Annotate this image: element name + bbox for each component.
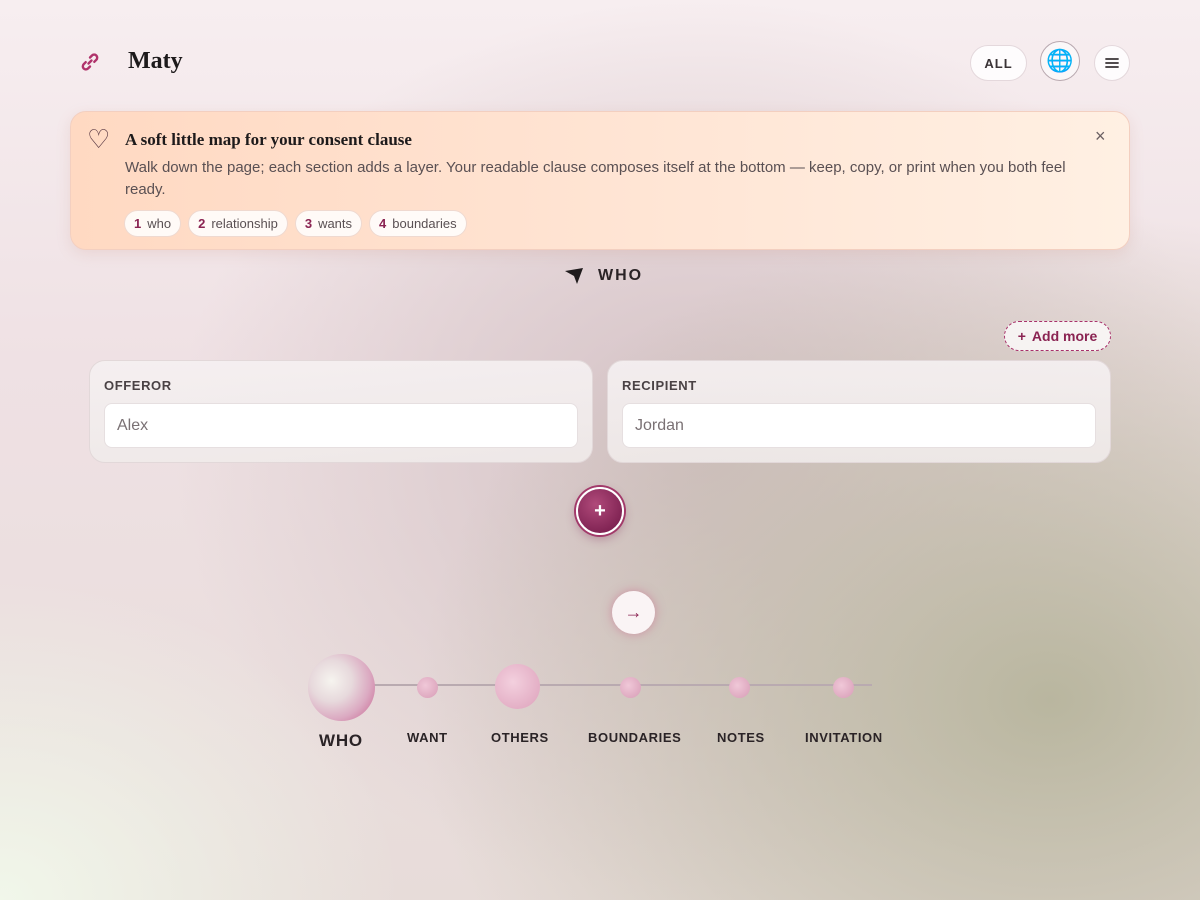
timeline-orb-want[interactable] bbox=[417, 677, 438, 698]
link-icon bbox=[74, 46, 106, 78]
section-title: WHO bbox=[598, 267, 644, 284]
link-icon-glyph bbox=[81, 53, 99, 71]
menu-icon[interactable] bbox=[1094, 45, 1130, 81]
intro-notice: ♡ A soft little map for your consent cla… bbox=[70, 111, 1130, 250]
step-chip-who[interactable]: 1 who bbox=[124, 210, 182, 237]
timeline-label-who[interactable]: WHO bbox=[319, 731, 363, 751]
globe-icon[interactable]: 🌐 bbox=[1040, 41, 1080, 81]
recipient-label: RECIPIENT bbox=[622, 378, 697, 393]
timeline-orb-who[interactable] bbox=[308, 654, 375, 721]
step-chip-relationship[interactable]: 2 relationship bbox=[188, 210, 288, 237]
section-heading: WHO bbox=[564, 266, 643, 286]
step-chip-number: 3 bbox=[304, 216, 313, 231]
step-chips: 1 who 2 relationship 3 wants 4 boundarie… bbox=[124, 210, 467, 237]
step-chip-number: 4 bbox=[379, 216, 387, 231]
offeror-card: OFFEROR bbox=[89, 360, 593, 463]
timeline-label-others[interactable]: OTHERS bbox=[491, 730, 549, 745]
timeline-label-want[interactable]: WANT bbox=[407, 730, 448, 745]
offeror-label: OFFEROR bbox=[104, 378, 172, 393]
timeline-orb-others[interactable] bbox=[495, 664, 540, 709]
step-chip-label: relationship bbox=[211, 216, 278, 231]
timeline-orb-notes[interactable] bbox=[729, 677, 750, 698]
timeline-orb-boundaries[interactable] bbox=[620, 677, 641, 698]
add-more-label: Add more bbox=[1031, 328, 1098, 344]
add-party-button[interactable]: + bbox=[576, 487, 624, 535]
step-chip-number: 1 bbox=[134, 216, 142, 231]
close-icon[interactable]: × bbox=[1095, 126, 1106, 147]
notice-body: Walk down the page; each section adds a … bbox=[125, 159, 1066, 198]
pointer-icon bbox=[565, 268, 583, 284]
step-chip-wants[interactable]: 3 wants bbox=[294, 210, 363, 237]
next-arrow-button[interactable]: → bbox=[612, 591, 655, 634]
notice-title: A soft little map for your consent claus… bbox=[125, 130, 412, 149]
timeline-label-notes[interactable]: NOTES bbox=[717, 730, 765, 745]
timeline-label-boundaries[interactable]: BOUNDARIES bbox=[588, 730, 681, 745]
offeror-input[interactable] bbox=[104, 403, 578, 448]
timeline-orb-invitation[interactable] bbox=[833, 677, 854, 698]
app-header: Maty ALL 🌐 bbox=[0, 0, 1200, 126]
step-chip-label: boundaries bbox=[392, 216, 457, 231]
plus-icon: + bbox=[1017, 328, 1026, 344]
step-chip-boundaries[interactable]: 4 boundaries bbox=[369, 210, 467, 237]
heart-icon: ♡ bbox=[87, 124, 111, 154]
step-chip-label: who bbox=[147, 216, 172, 231]
recipient-card: RECIPIENT bbox=[607, 360, 1111, 463]
app-title: Maty bbox=[128, 48, 183, 74]
step-chip-label: wants bbox=[318, 216, 353, 231]
filter-all-button[interactable]: ALL bbox=[970, 45, 1027, 81]
recipient-input[interactable] bbox=[622, 403, 1096, 448]
timeline-label-invitation[interactable]: INVITATION bbox=[805, 730, 883, 745]
menu-icon-glyph bbox=[1105, 58, 1119, 68]
add-more-button[interactable]: + Add more bbox=[1004, 321, 1111, 351]
step-chip-number: 2 bbox=[198, 216, 206, 231]
